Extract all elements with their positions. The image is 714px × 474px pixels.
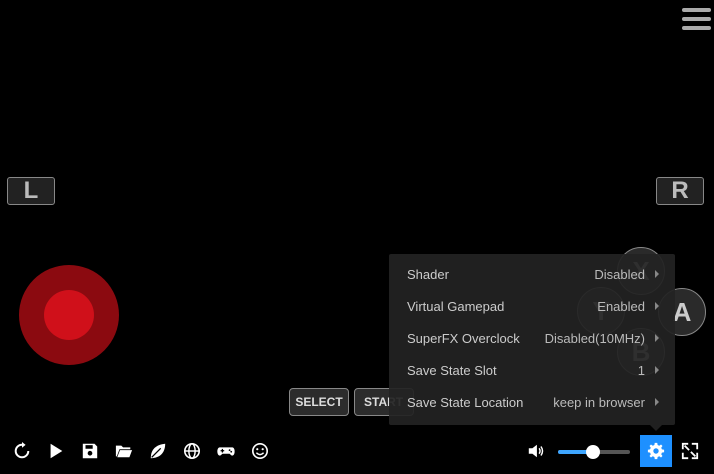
volume-icon[interactable] — [524, 439, 548, 463]
chevron-right-icon — [655, 270, 659, 278]
menu-item-value: keep in browser — [553, 394, 645, 410]
menu-item-label: SuperFX Overclock — [407, 330, 520, 346]
menu-item-label: Save State Slot — [407, 362, 497, 378]
leaf-icon[interactable] — [146, 439, 170, 463]
menu-item-value: Disabled — [594, 266, 645, 282]
settings-button[interactable] — [640, 435, 672, 467]
hamburger-menu-icon[interactable] — [680, 4, 712, 34]
menu-item-label: Virtual Gamepad — [407, 298, 505, 314]
gear-icon — [647, 442, 665, 460]
menu-item-virtual-gamepad[interactable]: Virtual Gamepad Enabled — [389, 290, 675, 322]
menu-item-value: 1 — [637, 362, 645, 378]
joystick-knob[interactable] — [44, 290, 94, 340]
menu-item-value: Disabled(10MHz) — [544, 330, 645, 346]
globe-icon[interactable] — [180, 439, 204, 463]
l-button[interactable]: L — [7, 177, 55, 205]
r-button[interactable]: R — [656, 177, 704, 205]
gamepad-icon[interactable] — [214, 439, 238, 463]
select-button[interactable]: SELECT — [289, 388, 349, 416]
menu-pointer — [650, 425, 662, 431]
volume-slider-handle[interactable] — [586, 445, 600, 459]
restart-icon[interactable] — [10, 439, 34, 463]
menu-item-label: Shader — [407, 266, 449, 282]
smiley-icon[interactable] — [248, 439, 272, 463]
fullscreen-icon[interactable] — [678, 439, 702, 463]
settings-menu: Shader Disabled Virtual Gamepad Enabled … — [389, 254, 675, 425]
chevron-right-icon — [655, 302, 659, 310]
play-icon[interactable] — [44, 439, 68, 463]
menu-item-value: Enabled — [597, 298, 645, 314]
chevron-right-icon — [655, 334, 659, 342]
menu-item-save-state-location[interactable]: Save State Location keep in browser — [389, 386, 675, 418]
chevron-right-icon — [655, 398, 659, 406]
menu-item-superfx-overclock[interactable]: SuperFX Overclock Disabled(10MHz) — [389, 322, 675, 354]
menu-item-save-state-slot[interactable]: Save State Slot 1 — [389, 354, 675, 386]
folder-icon[interactable] — [112, 439, 136, 463]
chevron-right-icon — [655, 366, 659, 374]
save-icon[interactable] — [78, 439, 102, 463]
menu-item-label: Save State Location — [407, 394, 524, 410]
menu-item-shader[interactable]: Shader Disabled — [389, 258, 675, 290]
